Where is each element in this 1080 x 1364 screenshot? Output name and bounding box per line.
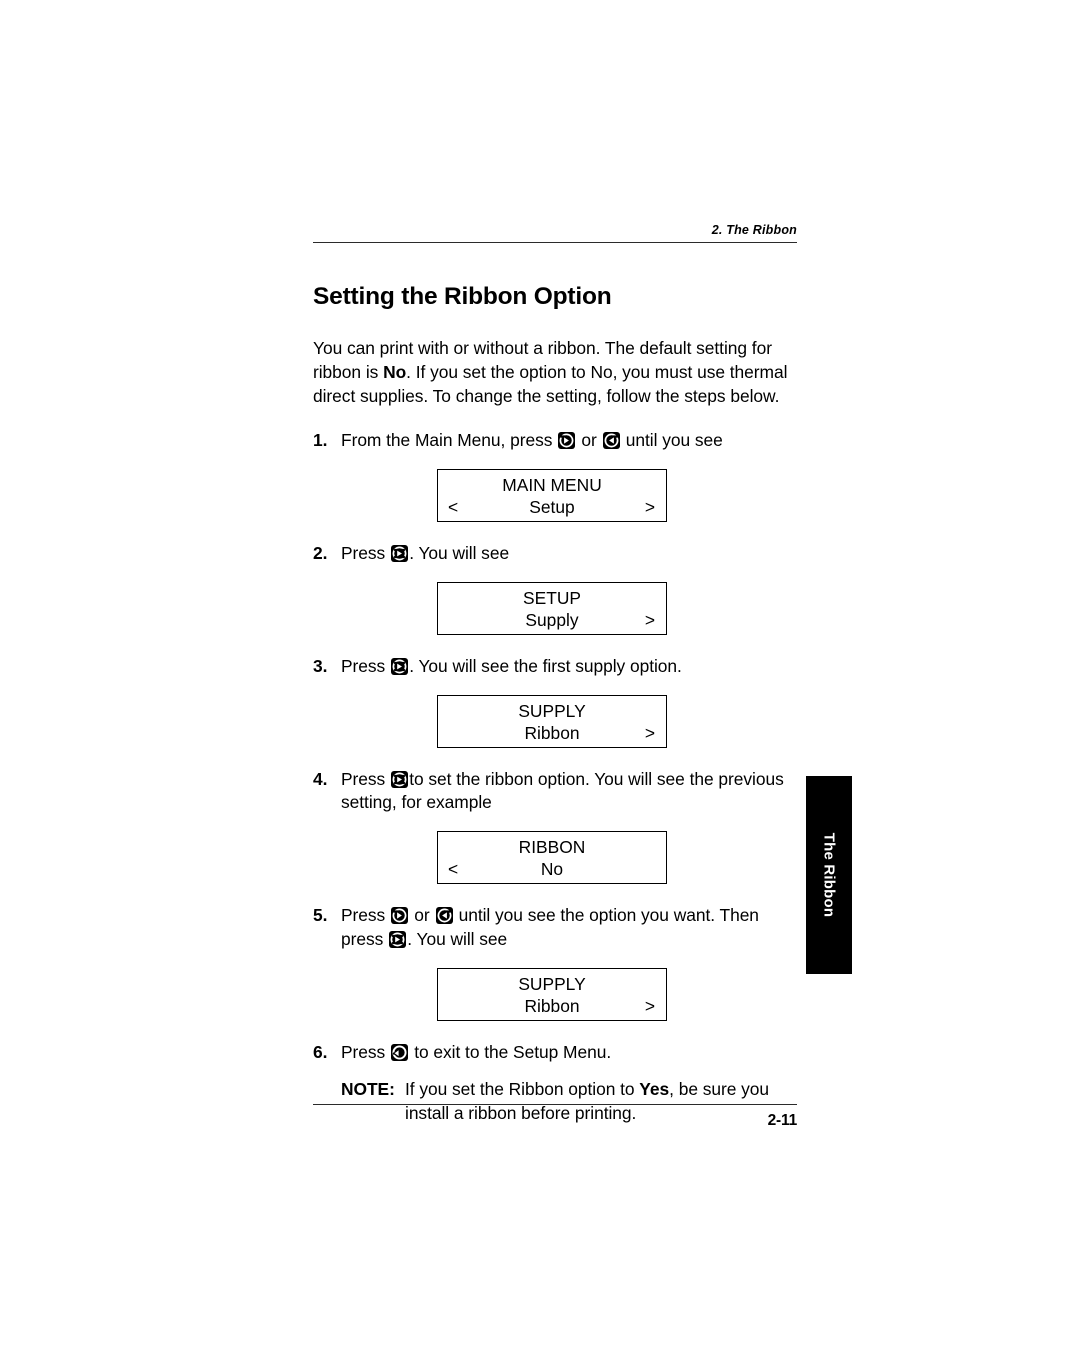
step-1-text-a: From the Main Menu, press (341, 430, 553, 451)
step-6-number: 6. (313, 1041, 328, 1062)
chapter-thumb-tab: The Ribbon (806, 776, 852, 974)
intro-paragraph: You can print with or without a ribbon. … (313, 337, 803, 408)
lcd-display-supply: SUPPLY Ribbon > (437, 694, 667, 748)
lcd-line2: No (540, 859, 564, 880)
lcd-line2: Setup (529, 497, 575, 518)
step-3-number: 3. (313, 655, 328, 676)
key-enter-icon[interactable] (389, 930, 407, 948)
lcd-display-ribbon: RIBBON < No (437, 831, 667, 885)
step-1-text-c: until you see (625, 430, 723, 451)
key-right-arrow-icon[interactable] (558, 432, 576, 450)
step-5-text-a: Press (341, 905, 386, 926)
step-4-number: 4. (313, 768, 328, 789)
chapter-thumb-tab-label: The Ribbon (820, 832, 838, 918)
header-divider (313, 241, 797, 243)
step-2-text-b: . You will see (409, 543, 510, 564)
lcd-display-setup: SETUP Supply > (437, 581, 667, 635)
lcd-line1: SUPPLY (518, 973, 586, 994)
page-footer: 2-11 (313, 1104, 797, 1130)
key-enter-icon[interactable] (391, 545, 409, 563)
step-2: 2. Press . You will see (313, 542, 803, 566)
key-enter-icon[interactable] (391, 770, 409, 788)
page-content: Setting the Ribbon Option You can print … (313, 283, 803, 1126)
lcd-right-marker: > (644, 497, 655, 518)
step-1-text-b: or (581, 430, 597, 451)
lcd-right-marker: > (644, 722, 655, 743)
step-3-text-a: Press (341, 655, 386, 676)
step-6-text-b: to exit to the Setup Menu. (414, 1041, 612, 1062)
step-2-text-a: Press (341, 543, 386, 564)
step-5-number: 5. (313, 905, 328, 926)
step-3-text-b: . You will see the first supply option. (409, 655, 682, 676)
page-number: 2-11 (767, 1112, 798, 1129)
step-1: 1. From the Main Menu, press or until you… (313, 429, 803, 453)
step-2-number: 2. (313, 543, 328, 564)
step-4: 4. Press to set the ribbon option. You wi… (313, 768, 803, 816)
key-escape-icon[interactable] (391, 1043, 409, 1061)
step-1-number: 1. (313, 430, 328, 451)
key-right-arrow-icon[interactable] (391, 907, 409, 925)
lcd-right-marker: > (644, 609, 655, 630)
page-title: Setting the Ribbon Option (313, 283, 612, 310)
running-header: 2. The Ribbon (313, 223, 797, 243)
step-5-text-d: . You will see (407, 928, 508, 949)
step-6: 6. Press to exit to the Setup Menu. (313, 1041, 803, 1065)
step-4-text-a: Press (341, 768, 386, 789)
lcd-right-marker: > (644, 995, 655, 1016)
step-6-text-a: Press (341, 1041, 386, 1062)
lcd-line2: Ribbon (524, 722, 580, 743)
note-text-part1: If you set the Ribbon option to (405, 1079, 640, 1100)
footer-divider (313, 1104, 797, 1105)
intro-bold-no: No (383, 361, 407, 382)
lcd-line2: Supply (525, 609, 579, 630)
step-3: 3. Press . You will see the first supply … (313, 655, 803, 679)
key-enter-icon[interactable] (391, 657, 409, 675)
key-left-arrow-icon[interactable] (435, 907, 453, 925)
key-left-arrow-icon[interactable] (602, 432, 620, 450)
lcd-line1: MAIN MENU (502, 475, 602, 496)
lcd-line2: Ribbon (524, 995, 580, 1016)
lcd-line1: SUPPLY (518, 700, 586, 721)
document-page: 2. The Ribbon Setting the Ribbon Option … (0, 0, 1080, 1364)
header-chapter-label: 2. The Ribbon (711, 223, 797, 237)
lcd-display-main-menu: MAIN MENU < Setup > (437, 469, 667, 523)
step-5: 5. Press or until you see the option you … (313, 904, 803, 952)
note-label: NOTE: (341, 1079, 395, 1100)
lcd-line1: SETUP (523, 587, 581, 608)
note-bold-yes: Yes (639, 1079, 670, 1100)
lcd-display-supply-final: SUPPLY Ribbon > (437, 967, 667, 1021)
step-5-text-b: or (414, 905, 430, 926)
lcd-line1: RIBBON (518, 837, 586, 858)
